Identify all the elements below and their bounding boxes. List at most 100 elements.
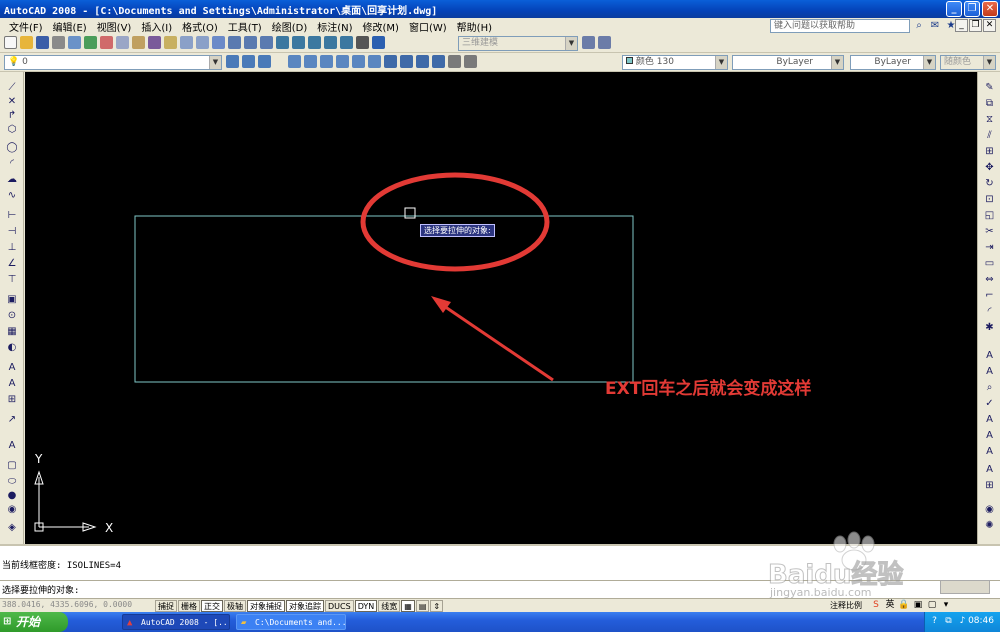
offset-icon[interactable]: ⫽ bbox=[983, 130, 996, 142]
task-explorer[interactable]: ▰ C:\Documents and... bbox=[236, 614, 346, 630]
render-settings-icon[interactable]: ◉ bbox=[983, 504, 996, 516]
mtext-icon[interactable]: A bbox=[6, 378, 18, 389]
chamfer-icon[interactable]: ⌐ bbox=[983, 290, 996, 302]
command-prompt[interactable]: 选择要拉伸的对象: bbox=[2, 583, 79, 596]
copy-object-icon[interactable]: ⧉ bbox=[983, 98, 996, 110]
color-select[interactable]: 颜色 130 ▼ bbox=[622, 55, 728, 70]
markup-icon[interactable] bbox=[340, 36, 353, 49]
hatch-icon[interactable]: ▦ bbox=[6, 326, 18, 337]
redo-icon[interactable] bbox=[196, 36, 209, 49]
table-icon[interactable]: ⊞ bbox=[6, 394, 18, 405]
sphere-icon[interactable]: ● bbox=[6, 490, 18, 501]
cylinder-icon[interactable]: ⬭ bbox=[6, 476, 18, 487]
view-se-iso-icon[interactable] bbox=[400, 55, 413, 68]
sheet-set-icon[interactable] bbox=[324, 36, 337, 49]
grid-toggle[interactable]: 栅格 bbox=[178, 600, 200, 612]
text-style-icon[interactable]: A bbox=[6, 440, 18, 451]
lineweight-toggle[interactable]: 线宽 bbox=[378, 600, 401, 612]
help-tray-icon[interactable]: ? bbox=[929, 616, 940, 626]
pan-icon[interactable] bbox=[212, 36, 225, 49]
stretch-icon[interactable]: ◱ bbox=[983, 210, 996, 222]
save-icon[interactable] bbox=[36, 36, 49, 49]
dim-edit-icon[interactable]: A bbox=[983, 350, 996, 362]
cut-icon[interactable] bbox=[100, 36, 113, 49]
minimize-button[interactable]: _ bbox=[946, 1, 962, 17]
revcloud-icon[interactable]: ☁ bbox=[6, 174, 18, 185]
menu-format[interactable]: 格式(O) bbox=[177, 19, 223, 34]
task-autocad[interactable]: ▲ AutoCAD 2008 - [... bbox=[122, 614, 230, 630]
camera-icon[interactable] bbox=[448, 55, 461, 68]
view-ne-iso-icon[interactable] bbox=[416, 55, 429, 68]
rotate-icon[interactable]: ↻ bbox=[983, 178, 996, 190]
dim-angle-icon[interactable]: ∠ bbox=[6, 258, 18, 269]
explode-icon[interactable]: ✱ bbox=[983, 322, 996, 334]
dim-aligned-icon[interactable]: ⊣ bbox=[6, 226, 18, 237]
view-front-icon[interactable] bbox=[304, 55, 317, 68]
open-icon[interactable] bbox=[20, 36, 33, 49]
named-views-icon[interactable] bbox=[464, 55, 477, 68]
arc-icon[interactable]: ◜ bbox=[6, 158, 18, 169]
spell-check-icon[interactable]: ✓ bbox=[983, 398, 996, 410]
workspace-save-icon[interactable] bbox=[598, 36, 611, 49]
brush-icon[interactable] bbox=[164, 36, 177, 49]
view-back-icon[interactable] bbox=[352, 55, 365, 68]
extend-icon[interactable]: ⇥ bbox=[983, 242, 996, 254]
close-button[interactable]: ✕ bbox=[982, 1, 998, 17]
tool-palettes-icon[interactable] bbox=[308, 36, 321, 49]
help-search-input[interactable]: 键入问题以获取帮助 bbox=[770, 19, 910, 33]
snap-toggle[interactable]: 捕捉 bbox=[155, 600, 177, 612]
drawing-restore-button[interactable]: ❐ bbox=[969, 19, 982, 32]
otrack-toggle[interactable]: 对象追踪 bbox=[286, 600, 324, 612]
network-tray-icon[interactable]: ⧉ bbox=[943, 616, 954, 626]
menu-draw[interactable]: 绘图(D) bbox=[267, 19, 313, 34]
fillet-icon[interactable]: ◜ bbox=[983, 306, 996, 318]
menu-window[interactable]: 窗口(W) bbox=[404, 19, 452, 34]
join-icon[interactable]: ⇔ bbox=[983, 274, 996, 286]
circle-icon[interactable]: ◯ bbox=[6, 142, 18, 153]
help-icon[interactable] bbox=[372, 36, 385, 49]
point-icon[interactable]: ⊙ bbox=[6, 310, 18, 321]
match-properties-icon[interactable] bbox=[148, 36, 161, 49]
zoom-window-icon[interactable] bbox=[244, 36, 257, 49]
menu-dimension[interactable]: 标注(N) bbox=[312, 19, 357, 34]
box-icon[interactable]: ▢ bbox=[6, 460, 18, 471]
block-icon[interactable]: ▣ bbox=[6, 294, 18, 305]
text-scale-icon[interactable]: A bbox=[983, 414, 996, 426]
communication-icon[interactable]: ✉ bbox=[928, 19, 942, 33]
zoom-realtime-icon[interactable] bbox=[228, 36, 241, 49]
text-convert-icon[interactable]: A bbox=[983, 446, 996, 458]
workspace-settings-icon[interactable] bbox=[582, 36, 595, 49]
workspace-select[interactable]: 三维建模 ▼ bbox=[458, 36, 578, 51]
new-icon[interactable] bbox=[4, 36, 17, 49]
material-icon[interactable]: ◈ bbox=[6, 522, 18, 533]
trim-icon[interactable]: ✂ bbox=[983, 226, 996, 238]
text-height-icon[interactable]: A bbox=[983, 464, 996, 476]
menu-modify[interactable]: 修改(M) bbox=[358, 19, 404, 34]
break-icon[interactable]: ▭ bbox=[983, 258, 996, 270]
drawing-area[interactable]: Y X 选择要拉伸的对象: EXT回车之后就会变成这样 bbox=[25, 72, 977, 544]
model-toggle[interactable]: ▦ bbox=[401, 600, 415, 612]
dyn-toggle[interactable]: DYN bbox=[354, 600, 378, 612]
menu-file[interactable]: 文件(F) bbox=[4, 19, 48, 34]
menu-help[interactable]: 帮助(H) bbox=[452, 19, 497, 34]
layout-toggle[interactable]: ▤ bbox=[415, 600, 430, 612]
drawing-minimize-button[interactable]: _ bbox=[955, 19, 968, 32]
table-edit-icon[interactable]: ⊞ bbox=[983, 480, 996, 492]
print-icon[interactable] bbox=[52, 36, 65, 49]
dim-style-icon[interactable]: A bbox=[983, 366, 996, 378]
osnap-toggle[interactable]: 对象捕捉 bbox=[247, 600, 285, 612]
preview-icon[interactable] bbox=[68, 36, 81, 49]
polyline-icon[interactable]: ↱ bbox=[6, 110, 18, 121]
undo-icon[interactable] bbox=[180, 36, 193, 49]
polar-toggle[interactable]: 极轴 bbox=[224, 600, 246, 612]
dim-baseline-icon[interactable]: ⊤ bbox=[6, 274, 18, 285]
text-justify-icon[interactable]: A bbox=[983, 430, 996, 442]
search-icon[interactable]: ⌕ bbox=[912, 19, 926, 33]
scroll-arrows-icon[interactable]: ⇕ bbox=[430, 600, 444, 612]
mirror-icon[interactable]: ⧖ bbox=[983, 114, 996, 126]
restore-button[interactable]: ❐ bbox=[964, 1, 980, 17]
calculator-icon[interactable] bbox=[356, 36, 369, 49]
layer-manager-icon[interactable] bbox=[258, 55, 271, 68]
linetype-select[interactable]: ByLayer ▼ bbox=[732, 55, 844, 70]
menu-view[interactable]: 视图(V) bbox=[92, 19, 137, 34]
